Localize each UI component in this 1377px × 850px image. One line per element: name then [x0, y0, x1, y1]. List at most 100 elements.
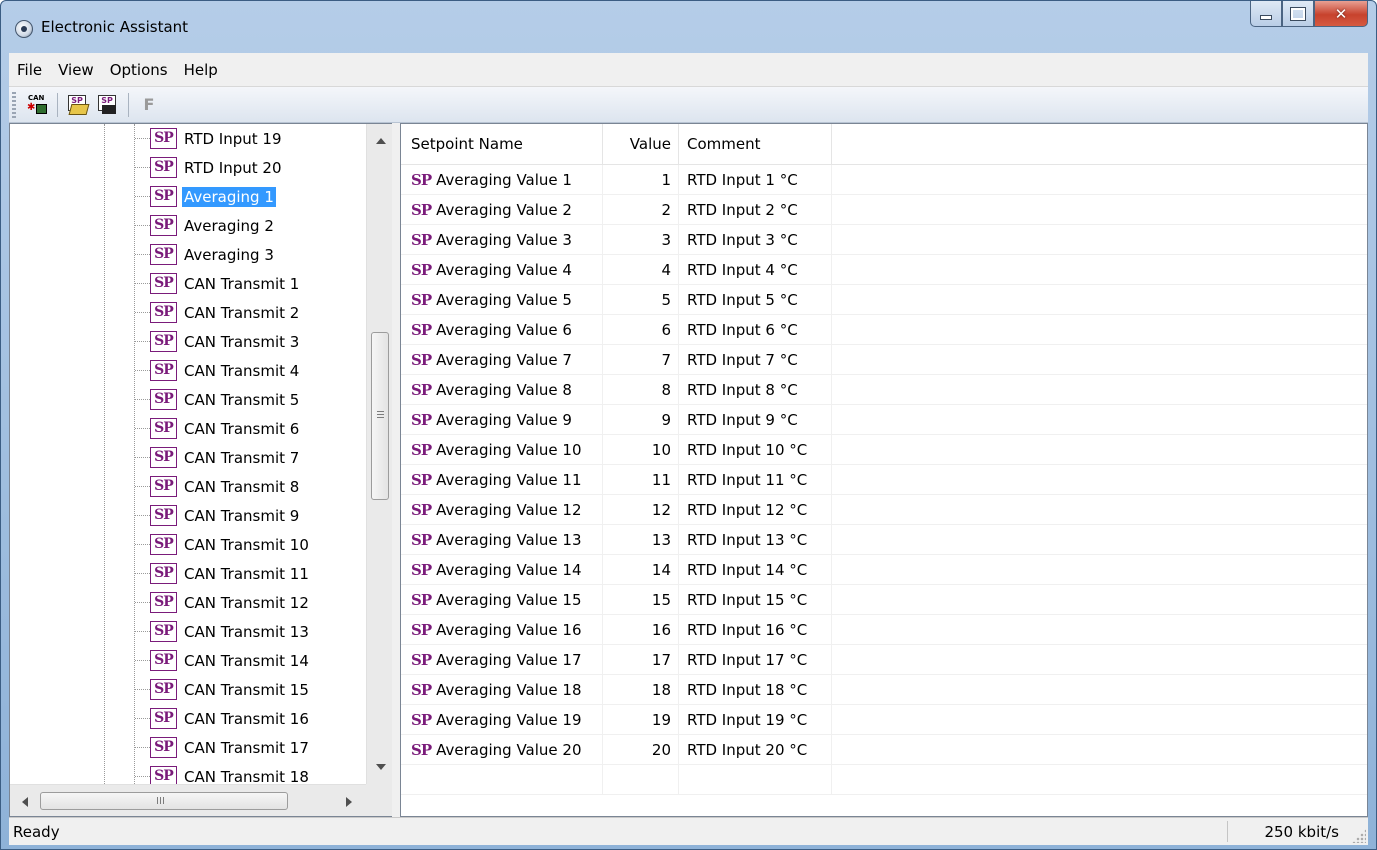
setpoint-name-cell: SP Averaging Value 3 — [401, 225, 603, 254]
list-row[interactable]: SP Averaging Value 6 6 RTD Input 6 °C — [401, 315, 1367, 345]
menu-help[interactable]: Help — [176, 61, 226, 79]
row-filler — [832, 195, 1367, 224]
scroll-left-arrow-icon[interactable] — [22, 797, 28, 807]
open-setpoints-button[interactable]: SP — [65, 92, 91, 118]
row-filler — [832, 645, 1367, 674]
scroll-up-arrow-icon[interactable] — [376, 138, 386, 144]
list-row[interactable]: SP Averaging Value 14 14 RTD Input 14 °C — [401, 555, 1367, 585]
resize-grip-icon[interactable] — [1352, 829, 1366, 843]
list-row[interactable]: SP Averaging Value 18 18 RTD Input 18 °C — [401, 675, 1367, 705]
toolbar-separator — [57, 92, 58, 117]
tree-connector — [135, 196, 150, 197]
setpoint-name-cell: SP Averaging Value 8 — [401, 375, 603, 404]
row-filler — [832, 345, 1367, 374]
scroll-right-arrow-icon[interactable] — [346, 797, 352, 807]
setpoint-value: 3 — [603, 225, 679, 254]
f-button[interactable]: F — [136, 92, 162, 118]
list-row[interactable]: SP Averaging Value 5 5 RTD Input 5 °C — [401, 285, 1367, 315]
list-row[interactable]: SP Averaging Value 12 12 RTD Input 12 °C — [401, 495, 1367, 525]
tree-item[interactable]: SP CAN Transmit 8 — [132, 472, 301, 501]
tree-item[interactable]: SP Averaging 1 — [132, 182, 277, 211]
list-row[interactable]: SP Averaging Value 15 15 RTD Input 15 °C — [401, 585, 1367, 615]
setpoint-value: 8 — [603, 375, 679, 404]
tree-item[interactable]: SP CAN Transmit 4 — [132, 356, 301, 385]
setpoint-name-cell: SP Averaging Value 2 — [401, 195, 603, 224]
tree-item[interactable]: SP Averaging 2 — [132, 211, 276, 240]
list-row[interactable]: SP Averaging Value 20 20 RTD Input 20 °C — [401, 735, 1367, 765]
list-row[interactable]: SP Averaging Value 2 2 RTD Input 2 °C — [401, 195, 1367, 225]
setpoint-name: Averaging Value 4 — [436, 260, 572, 279]
tree-item[interactable]: SP CAN Transmit 12 — [132, 588, 311, 617]
setpoint-comment: RTD Input 8 °C — [679, 375, 832, 404]
row-filler — [832, 315, 1367, 344]
column-header-comment[interactable]: Comment — [679, 124, 832, 164]
tree-item[interactable]: SP CAN Transmit 6 — [132, 414, 301, 443]
maximize-button[interactable] — [1282, 1, 1314, 27]
folder-shape — [68, 103, 90, 115]
tree-item[interactable]: SP CAN Transmit 1 — [132, 269, 301, 298]
tree-item[interactable]: SP CAN Transmit 5 — [132, 385, 301, 414]
list-row[interactable]: SP Averaging Value 4 4 RTD Input 4 °C — [401, 255, 1367, 285]
list-row[interactable]: SP Averaging Value 16 16 RTD Input 16 °C — [401, 615, 1367, 645]
window-controls: ✕ — [1250, 1, 1368, 29]
tree-item[interactable]: SP CAN Transmit 16 — [132, 704, 311, 733]
tree-connector — [135, 341, 150, 342]
tree-item[interactable]: SP CAN Transmit 11 — [132, 559, 311, 588]
tree-item-label: CAN Transmit 14 — [184, 651, 309, 670]
list-row[interactable]: SP Averaging Value 10 10 RTD Input 10 °C — [401, 435, 1367, 465]
tree-item[interactable]: SP CAN Transmit 14 — [132, 646, 311, 675]
setpoint-tree[interactable]: SP RTD Input 19 SP RTD Input 20 SP Averaging … — [9, 123, 392, 817]
setpoint-name: Averaging Value 13 — [436, 530, 582, 549]
tree-item[interactable]: SP RTD Input 20 — [132, 153, 284, 182]
list-row[interactable]: SP Averaging Value 1 1 RTD Input 1 °C — [401, 165, 1367, 195]
toolbar-grip[interactable] — [12, 91, 16, 118]
tree-item[interactable]: SP CAN Transmit 15 — [132, 675, 311, 704]
tree-item-label: Averaging 2 — [184, 216, 274, 235]
tree-item[interactable]: SP CAN Transmit 7 — [132, 443, 301, 472]
column-header-name[interactable]: Setpoint Name — [401, 124, 603, 164]
tree-item[interactable]: SP Averaging 3 — [132, 240, 276, 269]
row-filler — [832, 375, 1367, 404]
list-row[interactable]: SP Averaging Value 9 9 RTD Input 9 °C — [401, 405, 1367, 435]
column-header-value[interactable]: Value — [603, 124, 679, 164]
horizontal-scroll-thumb[interactable] — [40, 792, 288, 810]
save-setpoints-button[interactable]: SP — [95, 92, 121, 118]
tree-item[interactable]: SP CAN Transmit 18 — [132, 762, 311, 784]
tree-item[interactable]: SP RTD Input 19 — [132, 124, 284, 153]
tree-item[interactable]: SP CAN Transmit 13 — [132, 617, 311, 646]
tree-item[interactable]: SP CAN Transmit 3 — [132, 327, 301, 356]
menu-options[interactable]: Options — [102, 61, 176, 79]
tree-item[interactable]: SP CAN Transmit 2 — [132, 298, 301, 327]
list-row[interactable]: SP Averaging Value 3 3 RTD Input 3 °C — [401, 225, 1367, 255]
tree-horizontal-scrollbar[interactable] — [10, 784, 366, 816]
pane-splitter[interactable] — [392, 123, 400, 817]
setpoint-list[interactable]: Setpoint Name Value Comment SP Averaging … — [400, 123, 1368, 817]
setpoint-icon: SP — [411, 440, 432, 459]
list-row[interactable]: SP Averaging Value 7 7 RTD Input 7 °C — [401, 345, 1367, 375]
vertical-scroll-thumb[interactable] — [371, 332, 389, 500]
tree-item[interactable]: SP CAN Transmit 17 — [132, 733, 311, 762]
minimize-button[interactable] — [1250, 1, 1282, 27]
tree-vertical-scrollbar[interactable] — [366, 124, 392, 784]
setpoint-name-cell: SP Averaging Value 15 — [401, 585, 603, 614]
menu-view[interactable]: View — [50, 61, 102, 79]
close-button[interactable]: ✕ — [1314, 1, 1368, 27]
list-row[interactable]: SP Averaging Value 13 13 RTD Input 13 °C — [401, 525, 1367, 555]
can-connect-button[interactable]: CAN ✱ — [24, 92, 50, 118]
list-row[interactable]: SP Averaging Value 8 8 RTD Input 8 °C — [401, 375, 1367, 405]
setpoint-name-cell: SP Averaging Value 18 — [401, 675, 603, 704]
app-icon[interactable] — [15, 20, 33, 38]
scroll-down-arrow-icon[interactable] — [376, 764, 386, 770]
tree-item[interactable]: SP CAN Transmit 10 — [132, 530, 311, 559]
tree-item[interactable]: SP CAN Transmit 9 — [132, 501, 301, 530]
menu-file[interactable]: File — [9, 61, 50, 79]
list-row[interactable]: SP Averaging Value 11 11 RTD Input 11 °C — [401, 465, 1367, 495]
setpoint-icon: SP — [411, 470, 432, 489]
tree-connector — [135, 660, 150, 661]
title-bar[interactable]: Electronic Assistant ✕ — [1, 1, 1376, 51]
setpoint-icon: SP — [150, 505, 177, 526]
list-row[interactable]: SP Averaging Value 17 17 RTD Input 17 °C — [401, 645, 1367, 675]
list-row[interactable]: SP Averaging Value 19 19 RTD Input 19 °C — [401, 705, 1367, 735]
tree-connector — [135, 283, 150, 284]
setpoint-icon: SP — [411, 200, 432, 219]
